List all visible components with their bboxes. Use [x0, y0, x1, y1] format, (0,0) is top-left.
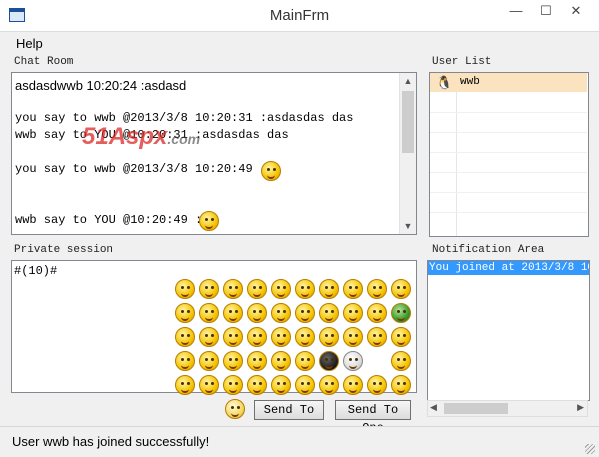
- maximize-button[interactable]: ☐: [531, 0, 561, 24]
- emoji-sleepy-icon[interactable]: [271, 327, 291, 347]
- menu-help[interactable]: Help: [16, 36, 43, 51]
- chat-vertical-scrollbar[interactable]: ▲ ▼: [399, 73, 416, 234]
- emoji-blush-icon[interactable]: [223, 303, 243, 323]
- row-divider: [430, 112, 587, 113]
- emoji-sweat-icon[interactable]: [367, 303, 387, 323]
- emoji-wave-icon[interactable]: [367, 375, 387, 395]
- emoji-snicker-icon[interactable]: [223, 375, 243, 395]
- status-text: User wwb has joined successfully!: [12, 434, 210, 449]
- emoji-angry-icon[interactable]: [175, 303, 195, 323]
- emoji-wink-icon[interactable]: [367, 279, 387, 299]
- emoji-smug-icon[interactable]: [295, 327, 315, 347]
- emoji-smile-icon[interactable]: [175, 279, 195, 299]
- close-button[interactable]: ✕: [561, 0, 591, 24]
- row-divider: [430, 152, 587, 153]
- user-list[interactable]: 🐧 wwb: [429, 72, 589, 237]
- chat-room-textbox[interactable]: asdasdwwb 10:20:24 :asdasd you say to ww…: [11, 72, 417, 235]
- emoji-cute-icon[interactable]: [343, 327, 363, 347]
- emoji-pout-icon[interactable]: [295, 303, 315, 323]
- penguin-icon: 🐧: [436, 75, 453, 90]
- user-name: wwb: [460, 76, 480, 88]
- emoji-happy-icon[interactable]: [391, 327, 411, 347]
- emoji-sad-icon[interactable]: [199, 279, 219, 299]
- private-session-label: Private session: [14, 244, 114, 256]
- emoji-crazy-icon[interactable]: [247, 351, 267, 371]
- notification-area-label: Notification Area: [432, 244, 545, 256]
- row-divider: [430, 172, 587, 173]
- watermark-logo: 51Aspx.com: [82, 123, 201, 150]
- emoji-soldier-icon[interactable]: [391, 303, 411, 323]
- user-list-item[interactable]: 🐧 wwb: [430, 73, 587, 92]
- chat-line: you say to wwb @2013/3/8 10:20:49 :: [15, 162, 268, 176]
- smiley-icon: [261, 161, 281, 181]
- emoji-doubt-icon[interactable]: [223, 327, 243, 347]
- emoji-pick-icon[interactable]: [343, 375, 363, 395]
- emoji-frown-icon[interactable]: [199, 303, 219, 323]
- emoji-bye-icon[interactable]: [391, 351, 411, 371]
- emoji-surprise-icon[interactable]: [343, 303, 363, 323]
- emoji-tired-icon[interactable]: [271, 375, 291, 395]
- scrollbar-thumb[interactable]: [444, 403, 508, 414]
- chat-room-label: Chat Room: [14, 56, 74, 68]
- notification-list[interactable]: You joined at 2013/3/8 10:20: [427, 260, 590, 401]
- emoji-laugh-icon[interactable]: [295, 279, 315, 299]
- chat-line: asdasdwwb 10:20:24 :asdasd: [15, 78, 187, 93]
- emoji-picker-button-icon[interactable]: [225, 399, 245, 419]
- emoji-cool-icon[interactable]: [271, 279, 291, 299]
- send-to-one-button[interactable]: Send To One: [335, 400, 411, 435]
- row-divider: [430, 192, 587, 193]
- emoji-whisper-icon[interactable]: [271, 351, 291, 371]
- status-bar: User wwb has joined successfully!: [0, 426, 599, 457]
- emoji-drool-icon[interactable]: [367, 327, 387, 347]
- scroll-down-arrow-icon[interactable]: ▼: [400, 218, 416, 234]
- emoji-confused-icon[interactable]: [247, 327, 267, 347]
- emoji-love-icon[interactable]: [223, 279, 243, 299]
- send-to-button[interactable]: Send To: [254, 400, 324, 420]
- emoji-sick-icon[interactable]: [343, 279, 363, 299]
- scrollbar-thumb[interactable]: [402, 91, 414, 153]
- emoji-skull-icon[interactable]: [343, 351, 363, 371]
- emoji-shock-icon[interactable]: [319, 279, 339, 299]
- emoji-think-icon[interactable]: [175, 327, 195, 347]
- emoji-yawn-icon[interactable]: [319, 327, 339, 347]
- title-bar: MainFrm — ☐ ✕: [0, 0, 599, 32]
- smiley-icon: [199, 211, 219, 231]
- emoji-clap-icon[interactable]: [247, 375, 267, 395]
- emoji-kiss-icon[interactable]: [175, 375, 195, 395]
- emoji-smirk-icon[interactable]: [247, 303, 267, 323]
- resize-grip-icon[interactable]: [585, 444, 595, 454]
- scroll-up-arrow-icon[interactable]: ▲: [400, 73, 416, 89]
- emoji-hmm-icon[interactable]: [319, 375, 339, 395]
- user-list-label: User List: [432, 56, 492, 68]
- emoji-shout-icon[interactable]: [295, 375, 315, 395]
- private-session-text: #(10)#: [14, 264, 58, 278]
- emoji-scared-icon[interactable]: [199, 351, 219, 371]
- row-divider: [430, 212, 587, 213]
- row-divider: [430, 132, 587, 133]
- menu-bar: Help: [0, 32, 599, 54]
- chat-line: wwb say to YOU @10:20:49 :: [15, 213, 203, 227]
- minimize-button[interactable]: —: [501, 0, 531, 24]
- scroll-left-arrow-icon[interactable]: ◀: [430, 402, 437, 413]
- notification-item[interactable]: You joined at 2013/3/8 10:20: [428, 261, 589, 275]
- emoji-cry-icon[interactable]: [391, 279, 411, 299]
- emoji-hug-icon[interactable]: [199, 375, 219, 395]
- emoji-tongue-icon[interactable]: [271, 303, 291, 323]
- emoji-shy-icon[interactable]: [199, 327, 219, 347]
- emoji-dizzy-icon[interactable]: [175, 351, 195, 371]
- scroll-right-arrow-icon[interactable]: ▶: [577, 402, 584, 413]
- emoji-ugh-icon[interactable]: [295, 351, 315, 371]
- notification-horizontal-scrollbar[interactable]: ◀ ▶: [427, 400, 588, 417]
- emoji-mad-icon[interactable]: [319, 303, 339, 323]
- emoji-devil-icon[interactable]: [319, 351, 339, 371]
- emoji-grimace-icon[interactable]: [391, 375, 411, 395]
- emoji-cold-icon[interactable]: [223, 351, 243, 371]
- emoji-grin-icon[interactable]: [247, 279, 267, 299]
